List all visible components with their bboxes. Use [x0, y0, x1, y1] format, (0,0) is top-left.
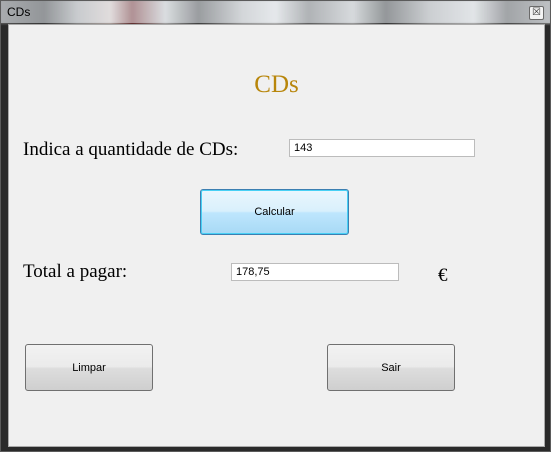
exit-button[interactable]: Sair: [327, 344, 455, 391]
clear-button[interactable]: Limpar: [25, 344, 153, 391]
quantity-input[interactable]: [289, 139, 475, 157]
close-icon: ☒: [532, 7, 541, 18]
calculate-button[interactable]: Calcular: [200, 189, 349, 235]
clear-button-label: Limpar: [72, 361, 106, 374]
close-button[interactable]: ☒: [529, 6, 544, 20]
form-heading: CDs: [254, 71, 299, 98]
euro-symbol: €: [438, 265, 448, 286]
exit-button-label: Sair: [381, 361, 401, 374]
title-bar[interactable]: CDs ☒: [1, 1, 550, 23]
total-output[interactable]: [231, 263, 399, 281]
app-window: CDs ☒ CDs Indica a quantidade de CDs: Ca…: [0, 0, 551, 452]
form-client-area: CDs Indica a quantidade de CDs: Calcular…: [8, 24, 545, 447]
calculate-button-label: Calcular: [254, 206, 295, 218]
quantity-label: Indica a quantidade de CDs:: [23, 139, 239, 160]
total-label: Total a pagar:: [23, 261, 128, 282]
window-title: CDs: [7, 5, 31, 19]
